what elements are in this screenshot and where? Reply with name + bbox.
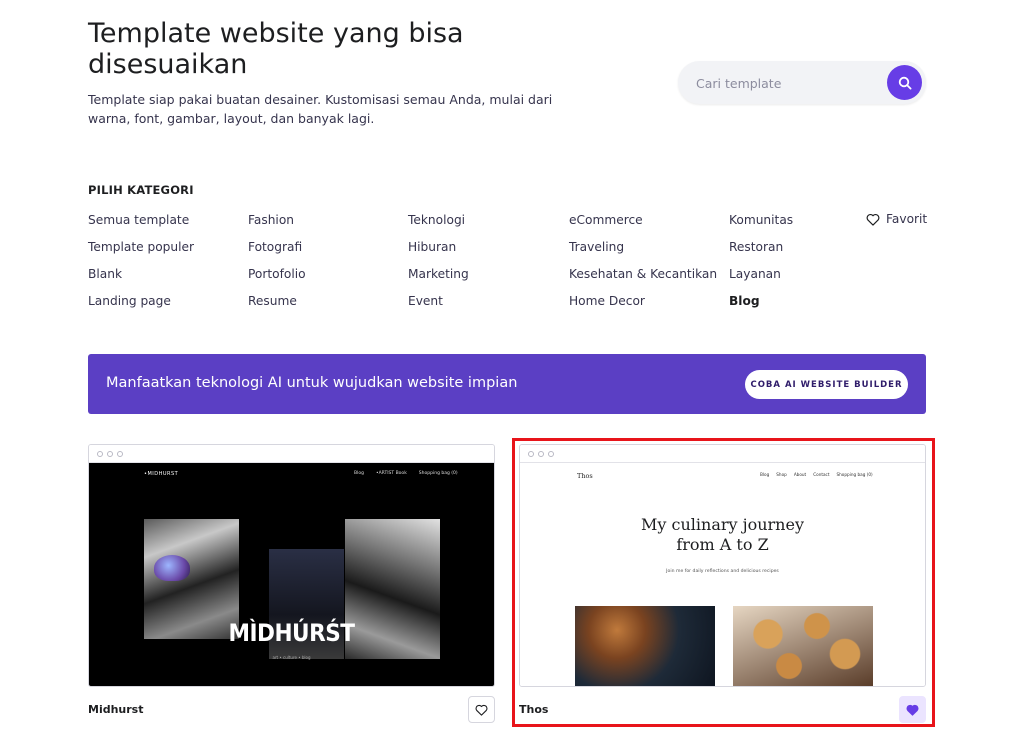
window-dot-icon (97, 450, 103, 457)
preview-nav-item: Shopping bag (0) (836, 472, 873, 477)
category-technology[interactable]: Teknologi (408, 212, 469, 239)
category-marketing[interactable]: Marketing (408, 266, 469, 293)
preview-nav-item: Shopping bag (0) (418, 471, 458, 476)
search-bar (678, 61, 926, 104)
category-all-templates[interactable]: Semua template (88, 212, 194, 239)
category-heading: PILIH KATEGORI (88, 183, 194, 197)
browser-chrome (89, 445, 494, 463)
category-community[interactable]: Komunitas (729, 212, 793, 239)
preview-nav-item: Contact (813, 472, 830, 477)
category-popular[interactable]: Template populer (88, 239, 194, 266)
preview-headline: My culinary journey from A to Z (520, 515, 925, 555)
page-description: Template siap pakai buatan desainer. Kus… (88, 92, 553, 126)
template-card-midhurst[interactable]: •MIDHURST Blog •ARTIST Book Shopping bag… (88, 444, 495, 723)
preview-headline-line: My culinary journey (641, 515, 804, 534)
page-title: Template website yang bisa disesuaikan (88, 18, 464, 80)
preview-nav: Blog •ARTIST Book Shopping bag (0) (354, 471, 458, 476)
category-event[interactable]: Event (408, 293, 469, 320)
preview-nav: Blog Shop About Contact Shopping bag (0) (760, 472, 873, 477)
preview-headline-line: from A to Z (676, 535, 769, 554)
category-restaurant[interactable]: Restoran (729, 239, 793, 266)
category-health-beauty[interactable]: Kesehatan & Kecantikan (569, 266, 717, 293)
category-column-5: Komunitas Restoran Layanan Blog (729, 212, 793, 320)
preview-nav-item: Blog (354, 471, 364, 476)
preview-headline: MÌDHÚRŚT (228, 619, 355, 647)
favorite-button[interactable] (899, 696, 926, 723)
template-card-thos[interactable]: Thos Blog Shop About Contact Shopping ba… (519, 444, 926, 723)
preview-photo-pastry (575, 606, 715, 686)
category-resume[interactable]: Resume (248, 293, 306, 320)
category-portfolio[interactable]: Portofolio (248, 266, 306, 293)
window-dot-icon (528, 450, 534, 457)
ai-builder-button[interactable]: COBA AI WEBSITE BUILDER (745, 370, 908, 399)
category-column-2: Fashion Fotografi Portofolio Resume (248, 212, 306, 320)
preview-subtitle: art • culture • blog (272, 655, 311, 660)
favorite-button[interactable] (468, 696, 495, 723)
category-home-decor[interactable]: Home Decor (569, 293, 717, 320)
category-column-3: Teknologi Hiburan Marketing Event (408, 212, 469, 320)
heart-outline-icon (866, 213, 880, 226)
preview-nav-item: Shop (776, 472, 787, 477)
window-dot-icon (548, 450, 554, 457)
window-dot-icon (117, 450, 123, 457)
browser-chrome (520, 445, 925, 463)
preview-photo-detail (154, 555, 190, 581)
template-preview-thos[interactable]: Thos Blog Shop About Contact Shopping ba… (519, 444, 926, 687)
category-column-4: eCommerce Traveling Kesehatan & Kecantik… (569, 212, 717, 320)
preview-nav-item: About (793, 472, 807, 477)
favorites-label: Favorit (886, 212, 928, 226)
preview-logo: •MIDHURST (144, 471, 179, 477)
preview-photo-buns (733, 606, 873, 686)
window-dot-icon (538, 450, 544, 457)
midhurst-preview-screen: •MIDHURST Blog •ARTIST Book Shopping bag… (89, 463, 494, 686)
preview-logo: Thos (577, 472, 593, 480)
category-blog[interactable]: Blog (729, 293, 793, 320)
category-fashion[interactable]: Fashion (248, 212, 306, 239)
preview-subtitle: Join me for daily reflections and delici… (666, 569, 779, 574)
ai-banner-text: Manfaatkan teknologi AI untuk wujudkan w… (106, 375, 518, 391)
category-services[interactable]: Layanan (729, 266, 793, 293)
search-icon (898, 76, 912, 90)
template-name: Thos (519, 703, 549, 716)
category-entertainment[interactable]: Hiburan (408, 239, 469, 266)
thos-preview-screen: Thos Blog Shop About Contact Shopping ba… (520, 463, 925, 686)
template-preview-midhurst[interactable]: •MIDHURST Blog •ARTIST Book Shopping bag… (88, 444, 495, 687)
category-landing-page[interactable]: Landing page (88, 293, 194, 320)
category-column-1: Semua template Template populer Blank La… (88, 212, 194, 320)
template-name: Midhurst (88, 703, 144, 716)
category-ecommerce[interactable]: eCommerce (569, 212, 717, 239)
search-button[interactable] (887, 65, 922, 100)
ai-banner: Manfaatkan teknologi AI untuk wujudkan w… (88, 354, 926, 414)
preview-nav-item: •ARTIST Book (375, 471, 407, 476)
heart-outline-icon (475, 704, 488, 716)
search-input[interactable] (696, 73, 886, 93)
favorites-link[interactable]: Favorit (866, 212, 927, 226)
preview-nav-item: Blog (760, 472, 770, 477)
window-dot-icon (107, 450, 113, 457)
category-photography[interactable]: Fotografi (248, 239, 306, 266)
heart-filled-icon (906, 704, 919, 716)
category-traveling[interactable]: Traveling (569, 239, 717, 266)
category-blank[interactable]: Blank (88, 266, 194, 293)
